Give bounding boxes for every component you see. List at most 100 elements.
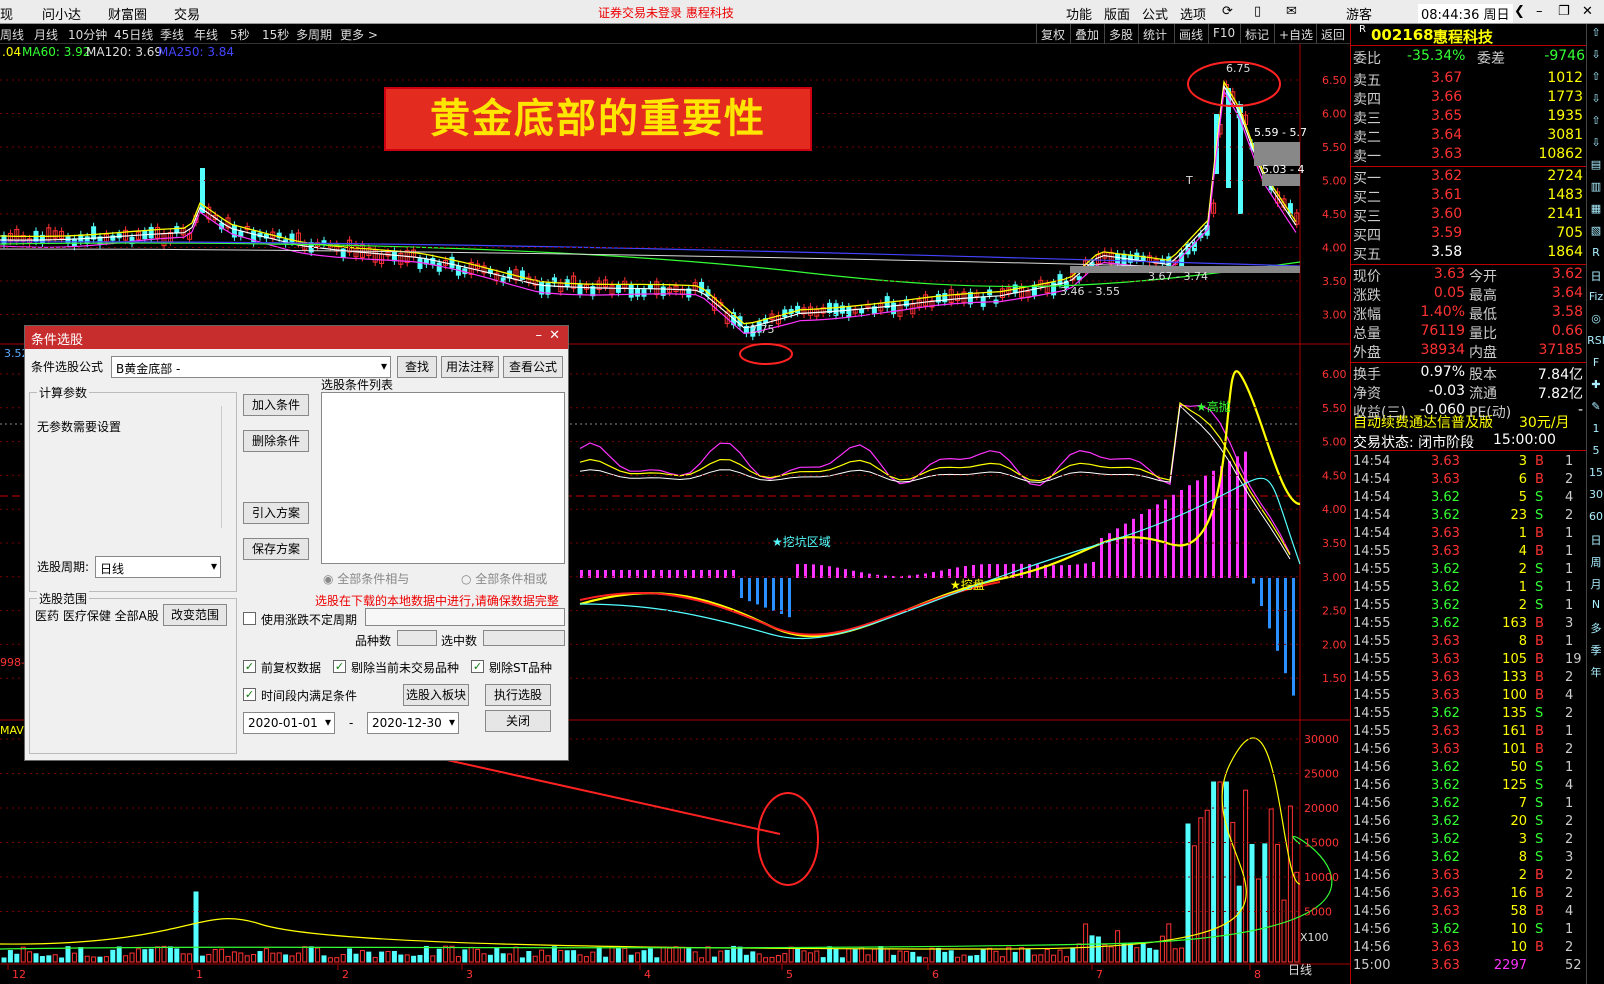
sidebar-button[interactable]: R <box>1587 246 1604 264</box>
unfixed-period-checkbox[interactable] <box>243 612 256 625</box>
sidebar-button[interactable]: ✚ <box>1587 378 1604 396</box>
execute-button[interactable]: 执行选股 <box>485 684 551 706</box>
params-scrollbar[interactable] <box>221 406 233 528</box>
find-button[interactable]: 查找 <box>397 356 437 378</box>
sidebar-button[interactable]: ⇩ <box>1587 136 1604 154</box>
sidebar-button[interactable]: ▤ <box>1587 158 1604 176</box>
period-more[interactable]: 更多 > <box>340 26 378 43</box>
menu-item-banmian[interactable]: 版面 <box>1104 4 1130 23</box>
sidebar-button[interactable]: ▧ <box>1587 224 1604 242</box>
usage-button[interactable]: 用法注释 <box>441 356 499 378</box>
user-label[interactable]: 游客 <box>1346 4 1372 23</box>
right-sidebar: ⇧ ⇩ ⇧ ⇩ ⇧ ⇩ ▤ ▥ ▦ ▧ R 日 Fiz ◎ RSI F ✚ ✎ 1 5 15 30 60 日周月 N 多季年 <box>1586 24 1604 984</box>
menu-item-xuanxiang[interactable]: 选项 <box>1180 4 1206 23</box>
dialog-close-icon[interactable]: ✕ <box>549 328 560 343</box>
tool-f10[interactable]: F10 <box>1208 24 1239 44</box>
period-multi[interactable]: 多周期 <box>296 26 332 43</box>
volume-bar <box>1268 808 1274 963</box>
period-45day[interactable]: 45日线 <box>114 26 153 43</box>
fq-label: 前复权数据 <box>261 661 322 675</box>
unfixed-period-input[interactable] <box>365 608 565 626</box>
sidebar-button[interactable]: 日 <box>1587 268 1604 286</box>
close-icon[interactable]: ✕ <box>1582 4 1593 19</box>
add-condition-button[interactable]: 加入条件 <box>243 394 309 416</box>
sidebar-button[interactable]: 30 <box>1587 488 1604 506</box>
tool-fanhui[interactable]: 返回 <box>1316 24 1349 44</box>
save-plan-button[interactable]: 保存方案 <box>243 538 309 560</box>
tool-fuquan[interactable]: 复权 <box>1036 24 1069 44</box>
tool-diejia[interactable]: 叠加 <box>1070 24 1103 44</box>
fq-checkbox[interactable]: ✓ <box>243 660 256 673</box>
sidebar-button[interactable]: 季 <box>1587 642 1604 660</box>
dialog-titlebar: 条件选股 – ✕ <box>25 326 568 349</box>
sidebar-button[interactable]: ⇩ <box>1587 48 1604 66</box>
period-filter-checkbox[interactable]: ✓ <box>243 688 256 701</box>
menu-item-jiaoyi[interactable]: 交易 <box>174 4 200 23</box>
import-plan-button[interactable]: 引入方案 <box>243 502 309 524</box>
tool-duogu[interactable]: 多股 <box>1104 24 1137 44</box>
sidebar-button[interactable]: ▦ <box>1587 202 1604 220</box>
view-formula-button[interactable]: 查看公式 <box>503 356 563 378</box>
menu-item-wenxiaoda[interactable]: 问小达 <box>42 4 81 23</box>
close-dialog-button[interactable]: 关闭 <box>485 710 551 732</box>
sidebar-button[interactable]: 年 <box>1587 664 1604 682</box>
restore-icon[interactable]: ❐ <box>1558 4 1570 19</box>
condition-list[interactable] <box>321 392 565 564</box>
minimize-icon[interactable]: – <box>1536 4 1543 19</box>
menu-item-caifuquan[interactable]: 财富圈 <box>108 4 147 23</box>
menu-item-xian[interactable]: 现 <box>0 4 13 23</box>
sidebar-button[interactable]: 60 <box>1587 510 1604 528</box>
back-icon[interactable]: ❮ <box>1514 4 1525 19</box>
refresh-icon[interactable]: ⟳ <box>1222 4 1233 19</box>
tool-biaoji[interactable]: 标记 <box>1240 24 1273 44</box>
tool-tongji[interactable]: 统计 <box>1138 24 1171 44</box>
period-select[interactable]: 日线 ▾ <box>95 556 221 578</box>
sidebar-button[interactable]: 5 <box>1587 444 1604 462</box>
sidebar-button[interactable]: N <box>1587 598 1604 616</box>
dialog-minimize-icon[interactable]: – <box>536 328 543 343</box>
sidebar-button[interactable]: 1 <box>1587 422 1604 440</box>
period-15s[interactable]: 15秒 <box>262 26 289 43</box>
delete-condition-button[interactable]: 删除条件 <box>243 430 309 452</box>
radio-or[interactable]: ○ 全部条件相或 <box>461 570 547 587</box>
sidebar-button[interactable]: ⇧ <box>1587 70 1604 88</box>
sidebar-button[interactable]: ▥ <box>1587 180 1604 198</box>
price-axis-tick: 6.00 <box>1322 108 1347 121</box>
macd-bar <box>596 570 599 578</box>
period-week[interactable]: 周线 <box>0 26 24 43</box>
sidebar-button[interactable]: 周 <box>1587 554 1604 572</box>
sidebar-button[interactable]: 日 <box>1587 532 1604 550</box>
period-5s[interactable]: 5秒 <box>230 26 250 43</box>
sidebar-button[interactable]: ⇧ <box>1587 114 1604 132</box>
sidebar-button[interactable]: ⇩ <box>1587 92 1604 110</box>
sidebar-button[interactable]: 月 <box>1587 576 1604 594</box>
login-notice[interactable]: 证券交易未登录 惠程科技 <box>598 4 734 21</box>
period-10min[interactable]: 10分钟 <box>68 26 107 43</box>
radio-and[interactable]: ◉ 全部条件相与 <box>323 570 409 587</box>
phone-icon[interactable]: ▯ <box>1254 4 1261 19</box>
date-separator: - <box>349 716 354 730</box>
sidebar-button[interactable]: ◎ <box>1587 312 1604 330</box>
sidebar-button[interactable]: RSI <box>1587 334 1604 352</box>
sidebar-button[interactable]: Fiz <box>1587 290 1604 308</box>
menu-item-gongshi[interactable]: 公式 <box>1142 4 1168 23</box>
to-block-button[interactable]: 选股入板块 <box>403 684 469 706</box>
sidebar-button[interactable]: 多 <box>1587 620 1604 638</box>
date-to-input[interactable]: 2020-12-30 ▾ <box>367 712 459 734</box>
menu-item-gongneng[interactable]: 功能 <box>1066 4 1092 23</box>
st-checkbox[interactable]: ✓ <box>471 660 484 673</box>
formula-select[interactable]: B黄金底部 - ▾ <box>111 356 391 378</box>
notrade-checkbox[interactable]: ✓ <box>333 660 346 673</box>
period-month[interactable]: 月线 <box>34 26 58 43</box>
period-year[interactable]: 年线 <box>194 26 218 43</box>
tool-huaxian[interactable]: 画线 <box>1174 24 1207 44</box>
tool-zixuan[interactable]: +自选 <box>1274 24 1317 44</box>
change-range-button[interactable]: 改变范围 <box>163 604 227 626</box>
sidebar-button[interactable]: F <box>1587 356 1604 374</box>
sidebar-button[interactable]: 15 <box>1587 466 1604 484</box>
date-from-input[interactable]: 2020-01-01 ▾ <box>243 712 335 734</box>
mail-icon[interactable]: ✉ <box>1286 4 1297 19</box>
period-quarter[interactable]: 季线 <box>160 26 184 43</box>
sidebar-button[interactable]: ⇧ <box>1587 26 1604 44</box>
sidebar-button[interactable]: ✎ <box>1587 400 1604 418</box>
